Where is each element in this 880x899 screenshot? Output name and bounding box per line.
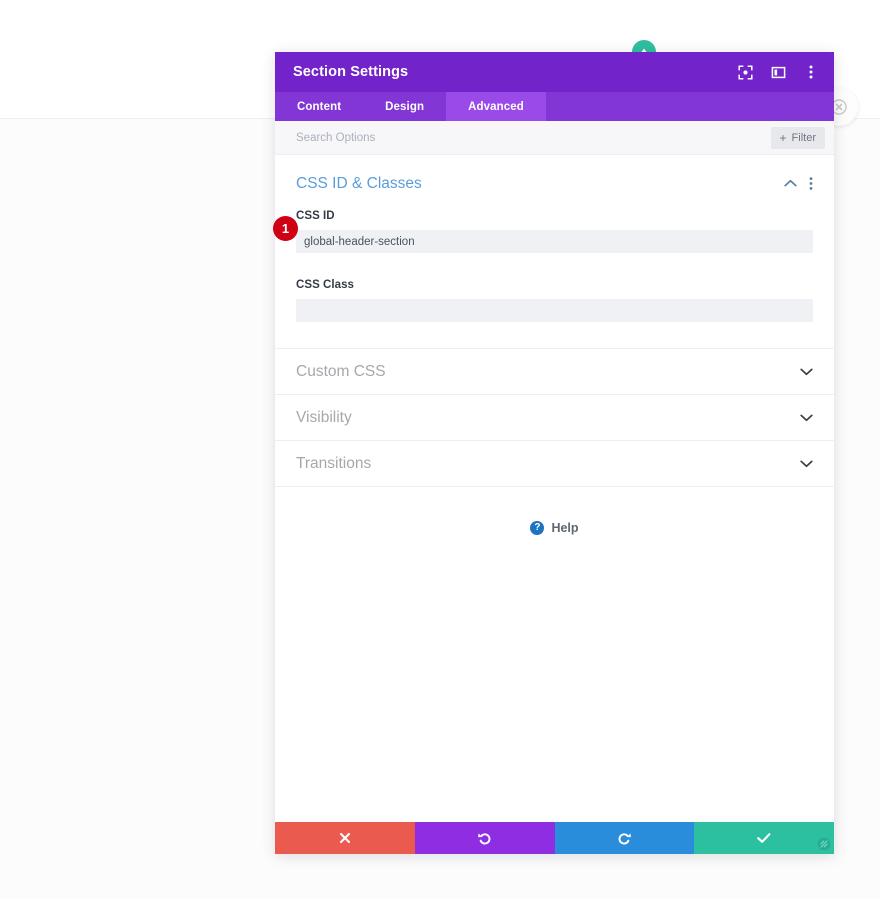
group-transitions[interactable]: Transitions (275, 441, 834, 487)
cancel-button[interactable] (275, 822, 415, 854)
resize-grip-icon (817, 837, 831, 851)
chevron-up-icon[interactable] (784, 179, 797, 188)
search-input[interactable] (296, 131, 771, 144)
step-marker-1: 1 (273, 216, 298, 241)
search-bar: + Filter (275, 121, 834, 155)
filter-button[interactable]: + Filter (770, 126, 825, 149)
modal-header: Section Settings (275, 52, 834, 92)
modal-footer (275, 822, 834, 854)
layout-panel-icon[interactable] (769, 63, 787, 81)
filter-button-label: Filter (791, 131, 816, 144)
undo-button[interactable] (414, 822, 555, 854)
chevron-down-icon[interactable] (800, 367, 813, 376)
tab-advanced[interactable]: Advanced (446, 92, 546, 121)
group-header[interactable]: CSS ID & Classes (296, 155, 813, 206)
tab-bar: Content Design Advanced (275, 92, 834, 121)
css-id-input[interactable] (296, 230, 813, 253)
close-x-icon (339, 832, 350, 844)
group-title: Custom CSS (296, 362, 386, 380)
group-title: Visibility (296, 408, 352, 426)
header-icon-group (736, 63, 820, 81)
field-label-css-id: CSS ID (296, 210, 335, 222)
more-options-icon[interactable] (802, 63, 820, 81)
checkmark-icon (757, 833, 771, 843)
modal-body: CSS ID & Classes CSS ID global-header-se… (275, 155, 834, 822)
save-button[interactable] (694, 822, 834, 854)
css-class-input[interactable] (296, 299, 813, 322)
section-settings-modal: Section Settings Content Design Advanced… (275, 52, 834, 854)
field-label-css-class: CSS Class (296, 279, 354, 291)
tab-design[interactable]: Design (363, 92, 446, 121)
page-title: Section Settings (293, 64, 409, 80)
group-header-icons (784, 176, 813, 191)
field-css-id: CSS ID (296, 210, 813, 253)
expand-view-icon[interactable] (736, 63, 754, 81)
tab-content[interactable]: Content (275, 92, 363, 121)
undo-icon (477, 833, 491, 845)
group-more-options-icon[interactable] (809, 176, 813, 191)
group-visibility[interactable]: Visibility (275, 395, 834, 441)
group-custom-css[interactable]: Custom CSS (275, 349, 834, 395)
field-gap (296, 253, 813, 275)
group-title: Transitions (296, 454, 372, 472)
chevron-down-icon[interactable] (800, 459, 813, 468)
resize-handle[interactable] (816, 836, 832, 852)
help-label: Help (551, 521, 579, 535)
field-css-class: CSS Class (296, 279, 813, 322)
group-title: CSS ID & Classes (296, 174, 422, 192)
redo-button[interactable] (554, 822, 695, 854)
help-link[interactable]: ? Help (275, 521, 834, 535)
group-css-id-and-classes: CSS ID & Classes CSS ID global-header-se… (275, 155, 834, 349)
plus-icon: + (779, 130, 787, 145)
redo-icon (618, 833, 632, 845)
help-icon: ? (530, 521, 545, 535)
chevron-down-icon[interactable] (800, 413, 813, 422)
